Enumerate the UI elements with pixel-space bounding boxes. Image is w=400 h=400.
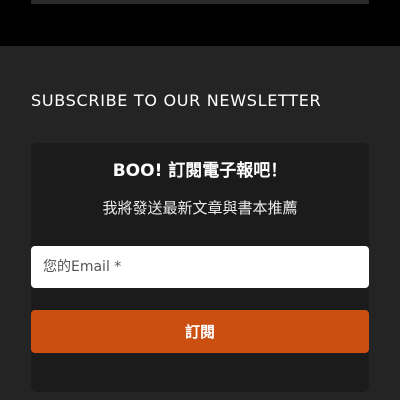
top-divider [31, 0, 369, 4]
newsletter-card-title: BOO! 訂閱電子報吧！ [112, 161, 288, 181]
newsletter-card-subtitle: 我將發送最新文章與書本推薦 [102, 199, 298, 217]
subscribe-button[interactable]: 訂閱 [31, 310, 369, 353]
top-band [0, 0, 400, 46]
email-input[interactable] [31, 246, 369, 288]
newsletter-heading: SUBSCRIBE TO OUR NEWSLETTER [31, 91, 322, 110]
